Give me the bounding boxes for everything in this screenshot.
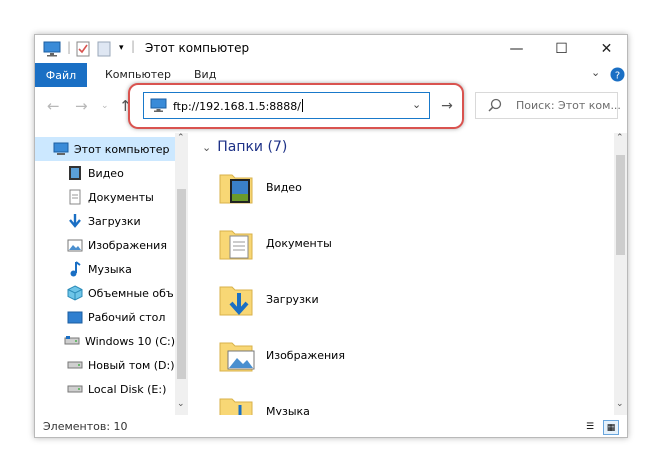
details-view-icon[interactable]: ☰ bbox=[583, 420, 597, 433]
navigation-bar: ← → ⌄ ↑ ftp://192.168.1.5:8888/ ⌄ → Поис… bbox=[35, 83, 627, 129]
content-scrollbar[interactable]: ⌃ ⌄ bbox=[614, 133, 627, 415]
sidebar-item-drive-e[interactable]: Local Disk (E:) bbox=[35, 377, 175, 401]
chevron-down-icon[interactable]: ⌄ bbox=[202, 141, 211, 154]
sidebar-item-label: Видео bbox=[88, 166, 124, 180]
search-icon bbox=[488, 98, 502, 115]
drive-icon bbox=[64, 333, 80, 349]
window-title: Этот компьютер bbox=[145, 41, 250, 55]
explorer-window: | ▾ | Этот компьютер — ☐ ✕ Файл Компьюте… bbox=[34, 34, 628, 438]
desktop-icon bbox=[67, 309, 83, 325]
back-arrow-icon[interactable]: ← bbox=[47, 97, 60, 115]
separator: | bbox=[131, 39, 136, 53]
scroll-up-icon[interactable]: ⌃ bbox=[616, 133, 624, 143]
arrow-right-icon: → bbox=[441, 97, 453, 114]
sidebar-item-documents[interactable]: Документы bbox=[35, 185, 175, 209]
downloads-icon bbox=[67, 213, 83, 229]
customize-toolbar-icon[interactable]: ▾ bbox=[119, 43, 124, 53]
music-icon bbox=[67, 261, 83, 277]
scroll-up-icon[interactable]: ⌃ bbox=[177, 133, 185, 143]
sidebar-scrollbar[interactable]: ⌃ ⌄ bbox=[175, 133, 188, 415]
search-box[interactable]: Поиск: Этот ком... bbox=[475, 92, 621, 119]
sidebar-item-3d-objects[interactable]: Объемные объ bbox=[35, 281, 175, 305]
properties-icon[interactable] bbox=[76, 41, 90, 60]
computer-icon bbox=[150, 98, 167, 116]
3d-objects-icon bbox=[67, 285, 83, 301]
scroll-thumb[interactable] bbox=[616, 155, 625, 255]
svg-text:?: ? bbox=[615, 71, 620, 82]
scroll-down-icon[interactable]: ⌄ bbox=[616, 399, 624, 409]
maximize-button[interactable]: ☐ bbox=[539, 35, 584, 63]
folder-label: Изображения bbox=[266, 349, 345, 362]
item-count: Элементов: 10 bbox=[43, 420, 128, 433]
sidebar-item-downloads[interactable]: Загрузки bbox=[35, 209, 175, 233]
address-dropdown-icon[interactable]: ⌄ bbox=[412, 98, 421, 111]
address-input[interactable]: ftp://192.168.1.5:8888/ bbox=[173, 99, 303, 113]
drive-icon bbox=[67, 357, 83, 373]
sidebar-item-desktop[interactable]: Рабочий стол bbox=[35, 305, 175, 329]
video-folder-icon bbox=[218, 167, 258, 210]
tab-file[interactable]: Файл bbox=[35, 63, 87, 87]
title-bar: | ▾ | Этот компьютер — ☐ ✕ bbox=[35, 35, 627, 63]
address-bar[interactable]: ftp://192.168.1.5:8888/ ⌄ bbox=[143, 92, 430, 119]
folder-label: Документы bbox=[266, 237, 332, 250]
separator: | bbox=[67, 40, 72, 54]
go-button[interactable]: → bbox=[433, 92, 461, 119]
documents-icon bbox=[67, 189, 83, 205]
folder-label: Музыка bbox=[266, 405, 310, 415]
new-folder-icon[interactable] bbox=[97, 41, 111, 60]
status-bar: Элементов: 10 ☰ ▦ bbox=[35, 415, 627, 437]
computer-icon bbox=[43, 41, 61, 60]
minimize-button[interactable]: — bbox=[494, 35, 539, 63]
chevron-down-icon[interactable]: ⌄ bbox=[591, 66, 600, 79]
search-input[interactable]: Поиск: Этот ком... bbox=[516, 99, 621, 112]
video-icon bbox=[67, 165, 83, 181]
pictures-folder-icon bbox=[218, 335, 258, 378]
documents-folder-icon bbox=[218, 223, 258, 266]
recent-locations-icon[interactable]: ⌄ bbox=[101, 101, 109, 111]
folder-item-video[interactable]: Видео bbox=[218, 167, 438, 217]
sidebar-item-label: Этот компьютер bbox=[74, 142, 170, 156]
tab-computer[interactable]: Компьютер bbox=[105, 68, 171, 81]
folder-item-music[interactable]: Музыка bbox=[218, 391, 438, 415]
sidebar-item-label: Документы bbox=[88, 190, 154, 204]
sidebar-item-label: Музыка bbox=[88, 262, 132, 276]
sidebar-item-video[interactable]: Видео bbox=[35, 161, 175, 185]
sidebar-item-label: Local Disk (E:) bbox=[88, 382, 167, 396]
sidebar-item-label: Объемные объ bbox=[88, 286, 174, 300]
folder-item-documents[interactable]: Документы bbox=[218, 223, 438, 273]
navigation-pane: Этот компьютер Видео Документы Загрузки … bbox=[35, 133, 188, 415]
downloads-folder-icon bbox=[218, 279, 258, 322]
file-list: ⌄ Папки (7) Видео Документы Загрузки Изоб… bbox=[190, 133, 614, 415]
help-icon[interactable]: ? bbox=[610, 67, 625, 85]
tab-view[interactable]: Вид bbox=[194, 68, 216, 81]
large-icons-view-icon[interactable]: ▦ bbox=[603, 420, 619, 435]
music-folder-icon bbox=[218, 391, 258, 415]
sidebar-item-drive-c[interactable]: Windows 10 (C:) bbox=[35, 329, 175, 353]
close-button[interactable]: ✕ bbox=[584, 35, 627, 63]
folders-group-header[interactable]: ⌄ Папки (7) bbox=[202, 139, 287, 155]
drive-icon bbox=[67, 381, 83, 397]
folder-label: Загрузки bbox=[266, 293, 319, 306]
sidebar-item-label: Рабочий стол bbox=[88, 310, 166, 324]
computer-icon bbox=[53, 141, 69, 157]
folder-label: Видео bbox=[266, 181, 302, 194]
folder-item-downloads[interactable]: Загрузки bbox=[218, 279, 438, 329]
pictures-icon bbox=[67, 237, 83, 253]
scroll-down-icon[interactable]: ⌄ bbox=[177, 399, 185, 409]
forward-arrow-icon[interactable]: → bbox=[75, 97, 88, 115]
sidebar-item-label: Загрузки bbox=[88, 214, 141, 228]
sidebar-item-label: Windows 10 (C:) bbox=[84, 334, 175, 348]
sidebar-item-drive-d[interactable]: Новый том (D:) bbox=[35, 353, 175, 377]
folder-item-pictures[interactable]: Изображения bbox=[218, 335, 438, 385]
sidebar-item-pictures[interactable]: Изображения bbox=[35, 233, 175, 257]
sidebar-item-music[interactable]: Музыка bbox=[35, 257, 175, 281]
sidebar-item-this-pc[interactable]: Этот компьютер bbox=[35, 137, 175, 161]
sidebar-item-label: Новый том (D:) bbox=[88, 358, 175, 372]
scroll-thumb[interactable] bbox=[177, 189, 186, 379]
sidebar-item-label: Изображения bbox=[88, 238, 167, 252]
